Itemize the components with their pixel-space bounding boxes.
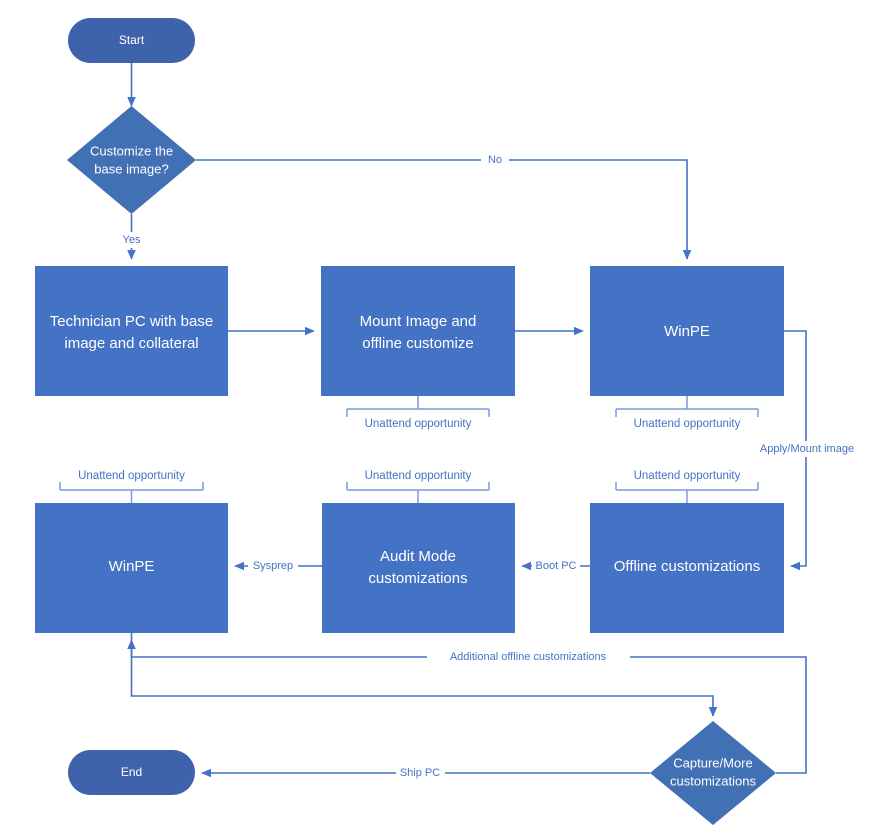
node-mount-image[interactable]: Mount Image and offline customize	[321, 266, 515, 396]
edge-label-apply-mount-image-text: Apply/Mount image	[760, 443, 854, 455]
edge-label-sysprep-text: Sysprep	[253, 560, 293, 572]
edge-label-no: No	[481, 152, 509, 168]
mount-image-label-line2: offline customize	[362, 335, 473, 352]
end-label: End	[121, 765, 142, 779]
edge-label-ship-pc: Ship PC	[396, 765, 445, 781]
node-technician-pc[interactable]: Technician PC with base image and collat…	[35, 266, 228, 396]
node-winpe-top[interactable]: WinPE	[590, 266, 784, 396]
node-end[interactable]: End	[68, 750, 195, 795]
bracket-label-winpe-top: Unattend opportunity	[634, 418, 741, 430]
node-audit-mode[interactable]: Audit Mode customizations	[322, 503, 515, 633]
edge-label-additional-offline: Additional offline customizations	[427, 649, 630, 665]
mount-image-label-line1: Mount Image and	[360, 313, 477, 330]
edge-label-sysprep: Sysprep	[248, 558, 298, 574]
bracket-offline-customizations: Unattend opportunity	[615, 470, 759, 503]
decision-customize-shape	[67, 106, 196, 214]
flowchart-canvas: Unattend opportunity Unattend opportunit…	[35, 18, 870, 825]
winpe-top-label: WinPE	[664, 323, 710, 340]
start-label: Start	[119, 33, 145, 47]
bracket-label-mount-image: Unattend opportunity	[365, 418, 472, 430]
decision-capture-label-line2: customizations	[670, 773, 756, 788]
node-decision-customize[interactable]: Customize the base image?	[67, 106, 196, 214]
edge-winpe-bottom-to-capture	[130, 633, 718, 717]
edge-label-boot-pc: Boot PC	[532, 558, 580, 574]
technician-pc-label-line2: image and collateral	[64, 335, 198, 352]
offline-customizations-label: Offline customizations	[614, 558, 760, 575]
bracket-label-audit-mode: Unattend opportunity	[365, 470, 472, 482]
edge-label-apply-mount-image: Apply/Mount image	[744, 441, 870, 457]
bracket-label-offline-customizations: Unattend opportunity	[634, 470, 741, 482]
edge-label-no-text: No	[488, 154, 502, 166]
edge-label-additional-offline-text: Additional offline customizations	[450, 651, 607, 663]
technician-pc-label-line1: Technician PC with base	[50, 313, 213, 330]
edge-label-ship-pc-text: Ship PC	[400, 767, 440, 779]
edge-label-boot-pc-text: Boot PC	[536, 560, 577, 572]
bracket-mount-image: Unattend opportunity	[346, 396, 490, 430]
node-winpe-bottom[interactable]: WinPE	[35, 503, 228, 633]
node-start[interactable]: Start	[68, 18, 195, 63]
audit-mode-label-line1: Audit Mode	[380, 548, 456, 565]
audit-mode-label-line2: customizations	[368, 570, 467, 587]
edge-label-yes: Yes	[117, 232, 146, 248]
decision-customize-label-line1: Customize the	[90, 143, 173, 158]
decision-capture-label-line1: Capture/More	[673, 755, 752, 770]
bracket-winpe-bottom: Unattend opportunity	[59, 470, 204, 503]
decision-customize-label-line2: base image?	[94, 161, 168, 176]
winpe-bottom-label: WinPE	[109, 558, 155, 575]
node-offline-customizations[interactable]: Offline customizations	[590, 503, 784, 633]
audit-mode-shape	[322, 503, 515, 633]
node-decision-capture[interactable]: Capture/More customizations	[650, 721, 776, 825]
technician-pc-shape	[35, 266, 228, 396]
edge-decision-no	[196, 159, 692, 260]
bracket-audit-mode: Unattend opportunity	[346, 470, 490, 503]
edge-label-yes-text: Yes	[123, 234, 141, 246]
bracket-label-winpe-bottom: Unattend opportunity	[78, 470, 185, 482]
bracket-winpe-top: Unattend opportunity	[615, 396, 759, 430]
mount-image-shape	[321, 266, 515, 396]
